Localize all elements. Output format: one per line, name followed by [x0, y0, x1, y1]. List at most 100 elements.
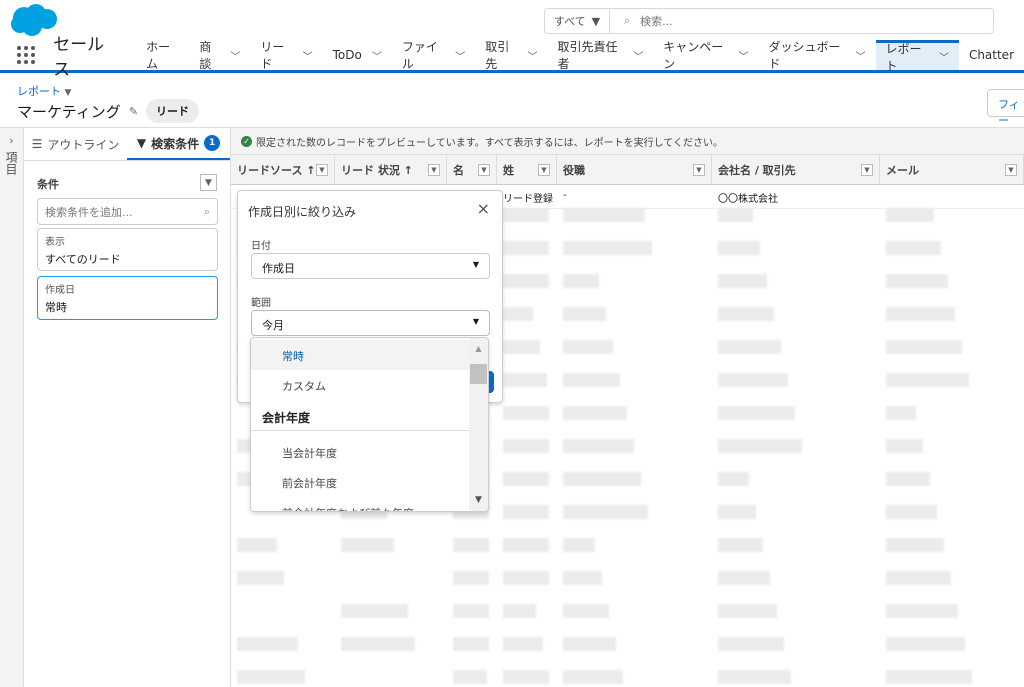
blurred-cell	[718, 637, 784, 651]
nav-tab[interactable]: 商談 ﹀	[189, 40, 250, 71]
chevron-down-icon[interactable]: ﹀	[633, 48, 643, 63]
blurred-cell	[453, 670, 487, 684]
column-header[interactable]: 会社名 / 取引先 ▼	[712, 155, 880, 184]
blurred-cell	[886, 274, 948, 288]
filter-show[interactable]: 表示 すべてのリード	[37, 228, 218, 271]
search-icon: ⌕	[203, 204, 210, 218]
add-filter-input[interactable]: 検索条件を追加... ⌕	[37, 198, 218, 225]
blurred-cell	[453, 637, 489, 651]
popover-title: 作成日別に絞り込み	[248, 205, 357, 219]
column-menu-icon[interactable]: ▼	[538, 163, 550, 176]
blurred-cell	[886, 406, 916, 420]
search-input[interactable]: 検索...	[640, 13, 673, 29]
nav-tab[interactable]: リード ﹀	[250, 40, 322, 71]
nav-tab[interactable]: レポート ﹀	[875, 40, 959, 73]
nav-tab[interactable]: ホーム	[136, 40, 189, 71]
blurred-cell	[563, 505, 648, 519]
blurred-cell	[886, 208, 934, 222]
chevron-down-icon[interactable]: ﹀	[527, 48, 537, 63]
blurred-cell	[563, 340, 613, 354]
nav-tab[interactable]: ToDo ﹀	[323, 40, 392, 70]
column-header[interactable]: メール ▼	[880, 155, 1024, 184]
nav-tab[interactable]: 取引先 ﹀	[475, 40, 547, 71]
range-option[interactable]: 当会計年度	[251, 437, 470, 467]
fields-rail[interactable]: › 項目	[0, 128, 24, 687]
caret-down-icon: ▼	[472, 317, 479, 326]
fields-rail-label[interactable]: 項目	[3, 151, 20, 175]
chevron-right-icon[interactable]: ›	[0, 134, 23, 147]
blurred-cell	[563, 373, 620, 387]
blurred-cell	[503, 307, 533, 321]
blurred-cell	[563, 406, 627, 420]
search-scope-select[interactable]: すべて ▼	[545, 9, 610, 33]
blurred-cell	[718, 670, 791, 684]
range-options-list[interactable]: 常時カスタム会計年度当会計年度前会計年度前会計年度および前々年度 ▲ ▼	[250, 337, 489, 512]
blurred-cell	[503, 373, 547, 387]
nav-tab[interactable]: ダッシュボード ﹀	[759, 40, 876, 71]
pencil-icon[interactable]: ✎	[129, 105, 138, 118]
nav-tab[interactable]: ファイル ﹀	[392, 40, 475, 71]
range-select[interactable]: 今月 ▼	[251, 310, 490, 336]
scroll-down-icon[interactable]: ▼	[469, 495, 488, 505]
chevron-down-icon[interactable]: ﹀	[303, 48, 313, 63]
date-field-select[interactable]: 作成日 ▼	[251, 253, 490, 279]
list-icon: ☰	[31, 137, 43, 151]
table-cell: -	[563, 190, 567, 201]
column-header[interactable]: リード 状況 ↑ ▼	[335, 155, 447, 184]
chevron-down-icon[interactable]: ﹀	[739, 48, 749, 63]
blurred-cell	[718, 604, 777, 618]
blurred-cell	[563, 472, 641, 486]
blurred-cell	[886, 670, 972, 684]
blurred-cell	[886, 340, 962, 354]
blurred-cell	[886, 637, 965, 651]
nav-tab[interactable]: Chatter	[959, 40, 1024, 70]
nav-tab[interactable]: 取引先責任者 ﹀	[547, 40, 653, 71]
app-launcher-icon[interactable]	[17, 46, 36, 64]
blurred-cell	[886, 439, 923, 453]
blurred-cell	[341, 637, 415, 651]
breadcrumb[interactable]: レポート ▼	[17, 83, 71, 99]
column-menu-icon[interactable]: ▼	[693, 163, 705, 176]
range-option[interactable]: カスタム	[251, 370, 470, 400]
blurred-cell	[886, 472, 930, 486]
global-header: すべて ▼ ⌕ 検索...	[0, 0, 1024, 40]
chevron-down-icon[interactable]: ﹀	[856, 48, 866, 63]
blurred-cell	[503, 340, 540, 354]
column-header[interactable]: リードソース ↑ ▼	[231, 155, 335, 184]
column-menu-icon[interactable]: ▼	[428, 163, 440, 176]
chevron-down-icon[interactable]: ﹀	[455, 48, 465, 63]
nav-tab[interactable]: キャンペーン ﹀	[653, 40, 758, 71]
column-header[interactable]: 名 ▼	[447, 155, 497, 184]
filter-button[interactable]: フィー	[987, 89, 1024, 127]
page-header: レポート ▼ マーケティング ✎ リード フィー	[0, 73, 1024, 128]
section-menu-button[interactable]: ▼	[200, 174, 217, 191]
column-menu-icon[interactable]: ▼	[861, 163, 873, 176]
column-header[interactable]: 姓 ▼	[497, 155, 557, 184]
filter-panel: ☰ アウトライン ▼ 検索条件 1 条件 ▼ 検索条件を追加... ⌕ 表示 すべてのリー…	[24, 128, 231, 687]
date-field-label: 日付	[251, 241, 271, 252]
salesforce-logo[interactable]	[10, 4, 58, 37]
range-option[interactable]: 常時	[251, 340, 470, 370]
range-option[interactable]: 前会計年度	[251, 467, 470, 497]
global-search[interactable]: すべて ▼ ⌕ 検索...	[544, 8, 994, 34]
tab-outline[interactable]: ☰ アウトライン	[24, 128, 127, 160]
scrollbar-thumb[interactable]	[470, 364, 487, 384]
page-title: マーケティング	[17, 102, 121, 121]
blurred-cell	[563, 208, 645, 222]
chevron-down-icon[interactable]: ﹀	[230, 48, 240, 63]
blurred-cell	[718, 406, 795, 420]
column-menu-icon[interactable]: ▼	[478, 163, 490, 176]
blurred-cell	[718, 241, 760, 255]
range-option[interactable]: 前会計年度および前々年度	[251, 497, 470, 511]
column-header[interactable]: 役職 ▼	[557, 155, 712, 184]
column-menu-icon[interactable]: ▼	[316, 163, 328, 176]
filter-created-date[interactable]: 作成日 常時	[37, 276, 218, 320]
blurred-cell	[503, 571, 549, 585]
scrollbar[interactable]: ▲ ▼	[469, 338, 488, 511]
tab-filters[interactable]: ▼ 検索条件 1	[127, 128, 230, 160]
column-menu-icon[interactable]: ▼	[1005, 163, 1017, 176]
chevron-down-icon[interactable]: ﹀	[939, 49, 949, 64]
close-icon[interactable]: ×	[477, 199, 490, 218]
chevron-down-icon[interactable]: ﹀	[372, 48, 382, 63]
scroll-up-icon[interactable]: ▲	[469, 344, 488, 353]
